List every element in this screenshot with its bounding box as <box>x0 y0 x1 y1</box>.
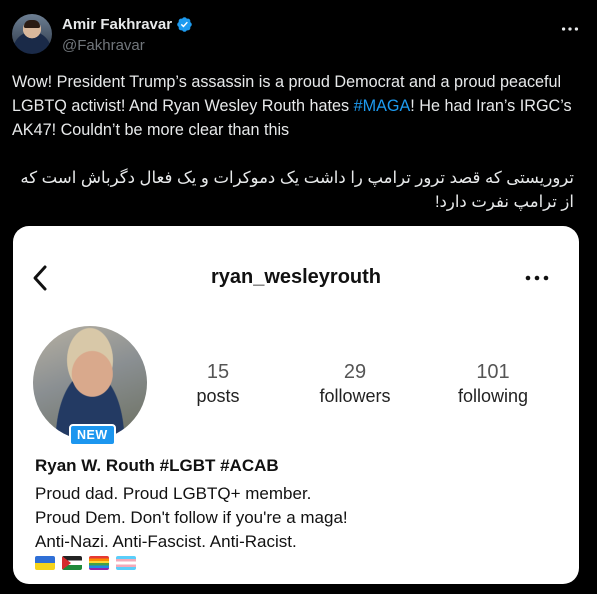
ig-full-name: Ryan W. Routh #LGBT #ACAB <box>35 456 279 475</box>
bio-line: Anti-Nazi. Anti-Fascist. Anti-Racist. <box>35 532 297 551</box>
more-options-icon[interactable] <box>559 18 581 40</box>
tweet-header: Amir Fakhravar @Fakhravar <box>12 14 585 58</box>
posts-count: 15 <box>206 361 230 383</box>
author-handle[interactable]: @Fakhravar <box>62 37 145 54</box>
rainbow-flag-icon <box>89 556 109 570</box>
author-display-name[interactable]: Amir Fakhravar <box>62 16 172 33</box>
tweet-body: Wow! President Trump’s assassin is a pro… <box>12 70 587 142</box>
bio-line: Proud Dem. Don't follow if you're a maga… <box>35 508 348 527</box>
following-count: 101 <box>476 361 510 383</box>
palestine-flag-icon <box>62 556 82 570</box>
attached-image-instagram-profile[interactable]: ryan_wesleyrouth NEW 15 posts 29 followe… <box>13 226 579 584</box>
ig-profile-picture <box>33 326 147 440</box>
followers-count: 29 <box>343 361 367 383</box>
verified-badge-icon <box>177 17 192 32</box>
new-badge: NEW <box>69 424 116 446</box>
author-name-row: Amir Fakhravar <box>62 16 193 33</box>
following-label: following <box>457 386 529 406</box>
ig-stat-following: 101 following <box>445 360 541 408</box>
posts-label: posts <box>196 386 240 406</box>
author-avatar[interactable] <box>12 14 52 54</box>
tweet-persian-text: تروریستی که قصد ترور ترامپ را داشت یک دم… <box>20 169 574 211</box>
ig-bio-flags <box>35 556 136 570</box>
bio-line: Proud dad. Proud LGBTQ+ member. <box>35 484 312 503</box>
ig-bio: Proud dad. Proud LGBTQ+ member. Proud De… <box>35 482 348 554</box>
ig-more-options-icon <box>525 275 549 281</box>
followers-label: followers <box>319 386 391 406</box>
ig-stat-posts: 15 posts <box>183 360 253 408</box>
hashtag-link[interactable]: #MAGA <box>354 97 411 115</box>
ig-stat-followers: 29 followers <box>305 360 405 408</box>
transgender-flag-icon <box>116 556 136 570</box>
ukraine-flag-icon <box>35 556 55 570</box>
ig-username: ryan_wesleyrouth <box>210 266 382 288</box>
